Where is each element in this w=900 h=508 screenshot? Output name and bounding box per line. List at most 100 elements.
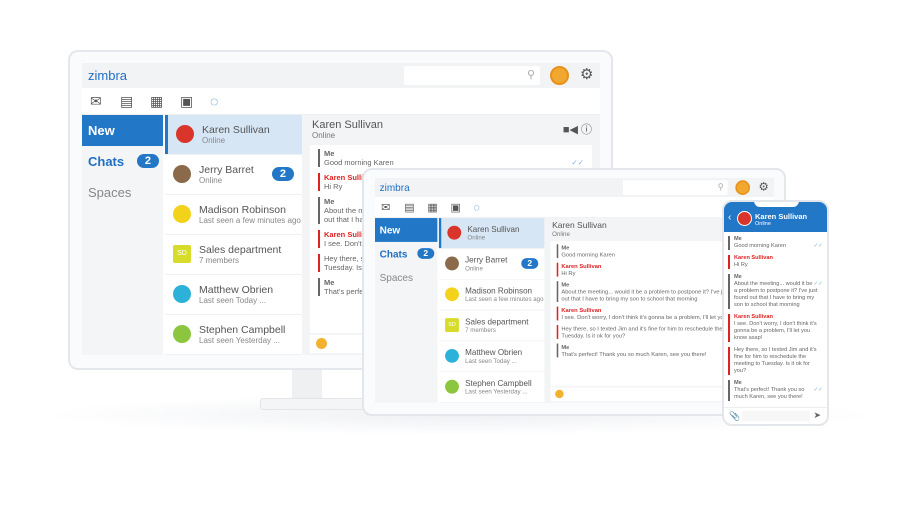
briefcase-icon[interactable]: ▣: [450, 201, 460, 214]
search-input[interactable]: ⚲: [404, 66, 540, 85]
contact-row[interactable]: Jerry Barret Online 2: [165, 155, 302, 194]
emoji-icon[interactable]: [316, 338, 327, 349]
emoji-icon[interactable]: [555, 389, 564, 399]
contact-row[interactable]: Madison Robinson Last seen a few minutes …: [438, 279, 545, 310]
contact-name: Matthew Obrien: [465, 348, 523, 358]
sidebar-item-spaces[interactable]: Spaces: [82, 177, 163, 208]
sidebar-item-chats[interactable]: Chats 2: [82, 146, 163, 177]
video-call-icon[interactable]: ■◀: [563, 124, 578, 136]
unread-badge: 2: [417, 248, 435, 259]
chat-message: Karen Sullivan Hi Ry: [728, 255, 823, 269]
contact-status: Last seen a few minutes ago: [199, 216, 301, 225]
contact-status: 7 members: [199, 256, 240, 265]
app-toolbar: ✉ ▤ ▦ ▣ ◌: [82, 88, 600, 115]
user-avatar[interactable]: [735, 180, 750, 195]
app-header: zimbra ⚲ ⚙: [82, 63, 600, 88]
attach-icon[interactable]: 📎: [729, 411, 740, 422]
contact-avatar: [173, 205, 191, 223]
message-text: Good morning Karen: [561, 251, 615, 259]
contact-avatar: [445, 287, 459, 302]
mail-icon[interactable]: ✉: [381, 201, 390, 214]
message-sender: Karen Sullivan: [734, 255, 773, 261]
contacts-icon[interactable]: ▤: [404, 201, 414, 214]
gear-icon[interactable]: ⚙: [580, 65, 593, 83]
contact-name: Karen Sullivan: [202, 124, 270, 136]
send-icon[interactable]: ➤: [813, 410, 821, 421]
chat-message: Me ✓✓ Good morning Karen: [318, 149, 584, 167]
contact-status: 7 members: [465, 326, 496, 334]
info-icon[interactable]: ⓘ: [581, 124, 592, 136]
contact-avatar: [173, 285, 191, 303]
contact-avatar: SD: [173, 245, 191, 263]
app-header: zimbra ⚲ ⚙: [375, 178, 774, 198]
chat-message: Me ✓✓ Good morning Karen: [728, 236, 823, 250]
read-receipt-icon: ✓✓: [813, 243, 823, 249]
contact-name: Stephen Campbell: [465, 378, 532, 389]
phone-notch: [754, 202, 799, 207]
monitor-stand-neck: [292, 370, 322, 400]
message-text: Good morning Karen: [734, 243, 786, 249]
contact-name: Sales department: [465, 317, 529, 327]
phone-message-input[interactable]: [742, 411, 810, 421]
contact-name: Karen Sullivan: [467, 224, 520, 235]
search-icon[interactable]: ⚲: [527, 68, 535, 81]
message-sender: Me: [734, 274, 742, 280]
message-sender: Me: [734, 236, 742, 242]
search-input[interactable]: ⚲: [622, 180, 728, 195]
contact-row[interactable]: Karen Sullivan Online: [438, 218, 545, 249]
contact-name: Jerry Barret: [199, 164, 254, 176]
contact-row[interactable]: Stephen Campbell Last seen Yesterday ...: [438, 372, 545, 403]
message-text: Hi Ry: [734, 262, 748, 268]
search-icon[interactable]: ⚲: [718, 182, 724, 192]
contact-row[interactable]: Stephen Campbell Last seen Yesterday ...: [165, 315, 302, 354]
sidebar-item-label: New: [379, 224, 401, 236]
app-toolbar: ✉ ▤ ▦ ▣ ◌: [375, 197, 774, 219]
contact-row[interactable]: Karen Sullivan Online: [165, 115, 302, 154]
contact-row[interactable]: SD Sales department 7 members: [165, 235, 302, 274]
chat-actions: ■◀ ⓘ: [563, 121, 592, 137]
contact-status: Last seen Yesterday ...: [199, 336, 280, 345]
chat-status: Online: [552, 230, 570, 238]
chat-message: Hey there, so I texted Jim and it's fine…: [728, 347, 823, 375]
calendar-icon[interactable]: ▦: [427, 201, 437, 214]
chat-message: Me ✓✓ That's perfect! Thank you so much Ka…: [728, 380, 823, 401]
sidebar-item-chats[interactable]: Chats 2: [375, 242, 437, 266]
gear-icon[interactable]: ⚙: [758, 180, 768, 193]
read-receipt-icon: ✓✓: [571, 158, 584, 167]
contact-name: Matthew Obrien: [199, 284, 274, 296]
contact-list: Karen Sullivan Online Jerry Barret Online 2 M…: [165, 115, 302, 355]
message-text: Hey there, so I texted Jim and it's fine…: [734, 347, 817, 374]
message-text: About the meeting... would it be a probl…: [561, 288, 747, 302]
contact-row[interactable]: Jerry Barret Online 2: [438, 248, 545, 279]
contact-name: Stephen Campbell: [199, 324, 286, 336]
message-text: That's perfect! Thank you so much Karen,…: [561, 350, 707, 358]
contact-name: Jerry Barret: [465, 255, 508, 266]
user-avatar[interactable]: [550, 66, 569, 85]
contact-avatar: [445, 256, 459, 271]
briefcase-icon[interactable]: ▣: [180, 93, 193, 110]
sidebar: New Chats 2 Spaces: [82, 115, 163, 355]
calendar-icon[interactable]: ▦: [150, 93, 163, 110]
chat-message: Karen SullivanI see. Don't worry, I don'…: [728, 314, 823, 342]
contact-row[interactable]: Madison Robinson Last seen a few minutes …: [165, 195, 302, 234]
phone-device: ‹ Karen Sullivan Online Me ✓✓ Good morning…: [722, 200, 829, 426]
contact-row[interactable]: Matthew Obrien Last seen Today ...: [165, 275, 302, 314]
contact-name: Madison Robinson: [465, 286, 533, 296]
sidebar-item-new[interactable]: New: [82, 115, 163, 146]
contact-row[interactable]: Matthew Obrien Last seen Today ...: [438, 341, 545, 372]
chat-icon[interactable]: ◌: [474, 201, 480, 213]
contact-row[interactable]: SD Sales department 7 members: [438, 310, 545, 341]
chat-icon[interactable]: ◌: [210, 93, 218, 109]
message-text: Good morning Karen: [324, 158, 394, 167]
sidebar-item-spaces[interactable]: Spaces: [375, 266, 437, 290]
phone-chat-status: Online: [755, 221, 771, 227]
contacts-icon[interactable]: ▤: [120, 93, 133, 110]
sidebar-item-new[interactable]: New: [375, 218, 438, 242]
back-icon[interactable]: ‹: [728, 212, 731, 223]
contact-avatar: SD: [445, 318, 459, 332]
message-sender: Me: [324, 149, 335, 158]
contact-avatar: [447, 225, 462, 240]
contact-name: Sales department: [199, 244, 282, 256]
mail-icon[interactable]: ✉: [90, 93, 102, 110]
chat-title: Karen Sullivan: [552, 221, 607, 231]
